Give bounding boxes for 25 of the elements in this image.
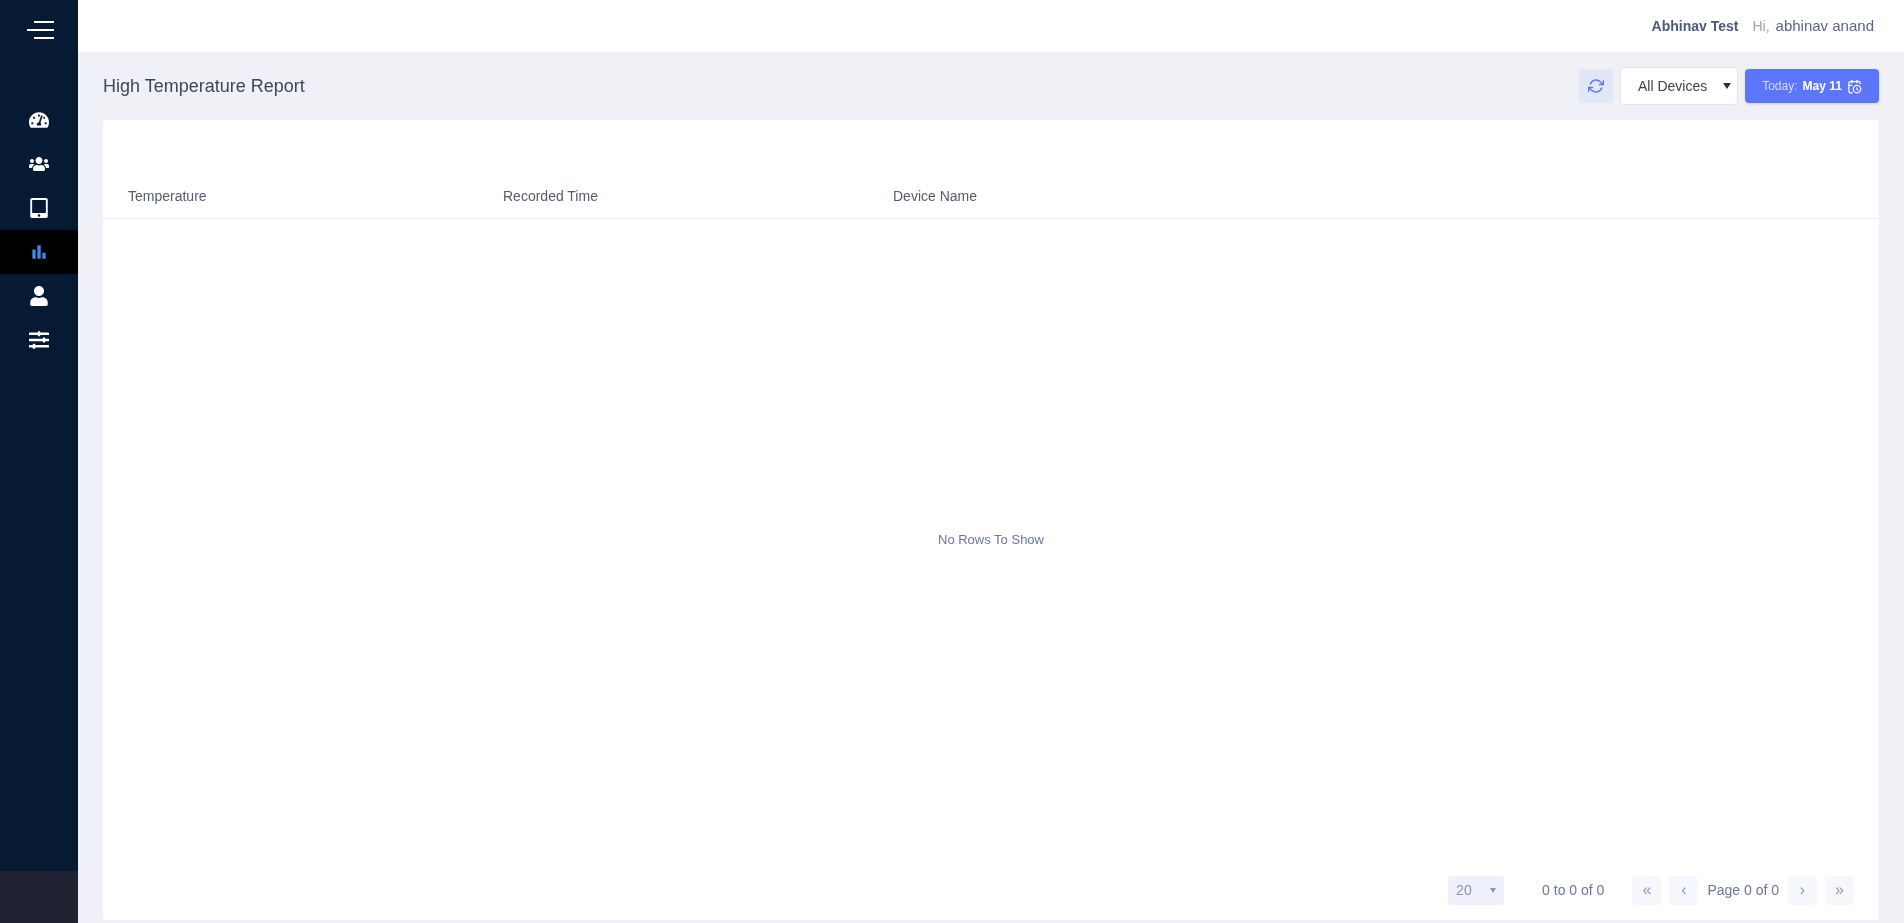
column-header[interactable]: Device Name	[893, 185, 1854, 207]
date-button[interactable]: Today: May 11	[1745, 69, 1879, 103]
dropdown-caret-icon	[1723, 83, 1731, 89]
account-name: Abhinav Test	[1651, 16, 1739, 36]
bar-chart-icon	[29, 242, 49, 262]
greeting-text: Hi,	[1752, 16, 1770, 36]
dropdown-caret-icon	[1490, 887, 1497, 893]
column-header[interactable]: Recorded Time	[503, 185, 893, 207]
gauge-icon	[29, 110, 49, 130]
user-icon	[29, 286, 49, 306]
page-size-select[interactable]: 20	[1448, 875, 1505, 905]
users-icon	[29, 154, 49, 174]
page-title: High Temperature Report	[103, 74, 305, 98]
menu-icon[interactable]	[26, 21, 54, 39]
empty-message: No Rows To Show	[938, 530, 1044, 549]
calendar-icon	[1846, 78, 1862, 94]
page-info: Page 0 of 0	[1706, 880, 1780, 900]
device-select[interactable]: All Devices	[1620, 67, 1738, 105]
refresh-icon	[1588, 78, 1604, 94]
sliders-icon	[29, 330, 49, 350]
tablet-icon	[29, 198, 49, 218]
column-header[interactable]: Temperature	[128, 185, 503, 207]
refresh-button[interactable]	[1579, 69, 1613, 103]
user-name[interactable]: abhinav anand	[1775, 14, 1874, 38]
row-range: 0 to 0 of 0	[1542, 880, 1605, 900]
